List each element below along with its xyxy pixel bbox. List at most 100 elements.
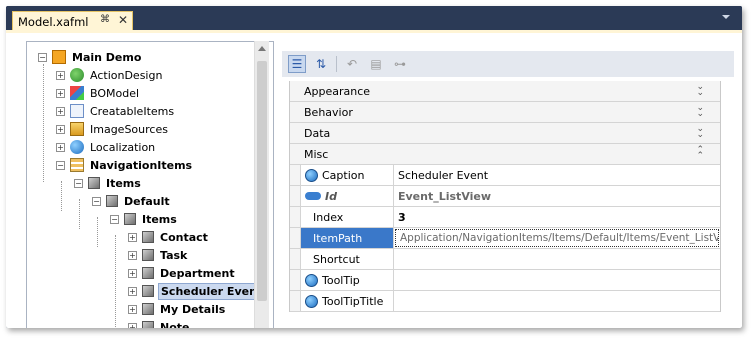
property-name: Shortcut	[301, 249, 394, 269]
tree-item[interactable]: + Localization	[56, 138, 157, 156]
tree-item-label: Task	[160, 248, 188, 262]
globe-icon	[70, 140, 84, 154]
tree-item-label: BOModel	[90, 86, 140, 100]
tree-item-label: Items	[142, 212, 177, 226]
expand-icon[interactable]: +	[128, 232, 137, 242]
toolbar-separator	[336, 56, 337, 72]
expand-icon[interactable]: +	[128, 268, 137, 278]
key-icon	[305, 192, 321, 200]
property-value-caption[interactable]: Scheduler Event	[394, 165, 720, 185]
double-chevron-down-icon[interactable]: ⌄ ⌄	[696, 104, 704, 119]
property-row-shortcut[interactable]: Shortcut	[290, 249, 720, 270]
pin-icon[interactable]: ⌘	[100, 14, 110, 25]
tree-item-label: ActionDesign	[90, 68, 163, 82]
property-value-shortcut[interactable]	[394, 249, 720, 269]
property-name-label: Caption	[322, 168, 365, 182]
scroll-up-icon[interactable]	[258, 46, 266, 51]
category-behavior[interactable]: Behavior ⌄ ⌄	[290, 102, 720, 123]
cube-icon	[142, 267, 154, 279]
collapse-icon[interactable]: −	[110, 214, 119, 224]
creatable-icon	[70, 104, 84, 118]
property-name-label: ToolTip	[322, 273, 360, 287]
tree-item-label: ImageSources	[90, 122, 168, 136]
property-name: Index	[301, 207, 394, 227]
tree-item[interactable]: + My Details	[128, 300, 227, 318]
category-label: Misc	[304, 147, 329, 161]
categorized-icon[interactable]: ☰	[288, 55, 306, 73]
tree-item-label: Default	[124, 194, 170, 208]
tree-item[interactable]: − Main Demo	[38, 48, 143, 66]
property-value-tooltiptitle[interactable]	[394, 291, 720, 311]
close-icon[interactable]: ✕	[118, 13, 128, 27]
tree-item[interactable]: − NavigationItems	[56, 156, 194, 174]
navigation-icon	[70, 158, 84, 172]
tree-item[interactable]: + Contact	[128, 228, 210, 246]
tree-item[interactable]: + Department	[128, 264, 237, 282]
tree-item-selected[interactable]: + Scheduler Event	[128, 282, 266, 300]
collapse-icon[interactable]: −	[38, 52, 47, 62]
tree-item-label: Contact	[160, 230, 208, 244]
property-name: ItemPath	[301, 228, 394, 248]
tree-item[interactable]: − Default	[92, 192, 172, 210]
cube-icon	[142, 231, 154, 243]
tree-item[interactable]: − Items	[110, 210, 179, 228]
property-row-tooltip[interactable]: ToolTip	[290, 270, 720, 291]
cube-icon	[106, 195, 118, 207]
tree-item[interactable]: + Task	[128, 246, 189, 264]
property-value-tooltip[interactable]	[394, 270, 720, 290]
property-row-caption[interactable]: Caption Scheduler Event	[290, 165, 720, 186]
cube-icon	[142, 249, 154, 261]
expand-icon[interactable]: +	[128, 322, 137, 328]
link-icon[interactable]: ⊶	[391, 55, 409, 73]
property-name: Caption	[301, 165, 394, 185]
expand-icon[interactable]: +	[128, 286, 137, 296]
collapse-icon[interactable]: −	[74, 178, 83, 188]
category-data[interactable]: Data ⌄ ⌄	[290, 123, 720, 144]
document-tab-title: Model.xafml	[18, 15, 89, 29]
cube-icon	[88, 177, 100, 189]
actions-icon	[70, 68, 84, 82]
property-row-index[interactable]: Index 3	[290, 207, 720, 228]
tree-item[interactable]: + BOModel	[56, 84, 141, 102]
double-chevron-down-icon[interactable]: ⌄ ⌄	[696, 83, 704, 98]
chevron-down-icon[interactable]	[722, 15, 730, 19]
property-value-itempath[interactable]: Application/NavigationItems/Items/Defaul…	[395, 229, 719, 247]
property-name-label: ToolTipTitle	[322, 294, 384, 308]
tree-item[interactable]: + CreatableItems	[56, 102, 176, 120]
document-tabstrip: Model.xafml ⌘ ✕	[6, 6, 742, 33]
property-row-id[interactable]: Id Event_ListView	[290, 186, 720, 207]
reset-icon[interactable]: ▤	[367, 55, 385, 73]
globe-icon	[305, 273, 318, 287]
property-row-tooltiptitle[interactable]: ToolTipTitle	[290, 291, 720, 312]
designer-window: Model.xafml ⌘ ✕ − Main Demo + ActionDesi…	[6, 6, 742, 328]
expand-icon[interactable]: +	[56, 70, 65, 80]
category-misc[interactable]: Misc ⌃ ⌃	[290, 144, 720, 165]
tree-item[interactable]: − Items	[74, 174, 143, 192]
expand-icon[interactable]: +	[56, 88, 65, 98]
double-chevron-down-icon[interactable]: ⌄ ⌄	[696, 125, 704, 140]
expand-icon[interactable]: +	[128, 304, 137, 314]
model-tree[interactable]: − Main Demo + ActionDesign + BOModel + C…	[26, 41, 274, 328]
collapse-icon[interactable]: −	[92, 196, 101, 206]
sort-az-icon[interactable]: ⇅	[312, 55, 330, 73]
cube-icon	[142, 321, 154, 328]
undo-icon[interactable]: ↶	[343, 55, 361, 73]
tree-item[interactable]: + ImageSources	[56, 120, 170, 138]
tree-item-label: Items	[106, 176, 141, 190]
property-value-index[interactable]: 3	[394, 207, 720, 227]
tree-item[interactable]: + Note	[128, 318, 191, 328]
property-row-itempath[interactable]: ItemPath Application/NavigationItems/Ite…	[290, 228, 720, 249]
category-appearance[interactable]: Appearance ⌄ ⌄	[290, 81, 720, 102]
collapse-icon[interactable]: −	[56, 160, 65, 170]
cube-icon	[124, 213, 136, 225]
scroll-thumb[interactable]	[257, 61, 267, 301]
tree-item-label: CreatableItems	[90, 104, 175, 118]
double-chevron-up-icon[interactable]: ⌃ ⌃	[696, 146, 704, 161]
property-value-id: Event_ListView	[398, 189, 492, 203]
expand-icon[interactable]: +	[56, 106, 65, 116]
expand-icon[interactable]: +	[56, 124, 65, 134]
expand-icon[interactable]: +	[128, 250, 137, 260]
tree-item[interactable]: + ActionDesign	[56, 66, 164, 84]
tree-scrollbar[interactable]	[254, 41, 269, 328]
expand-icon[interactable]: +	[56, 142, 65, 152]
